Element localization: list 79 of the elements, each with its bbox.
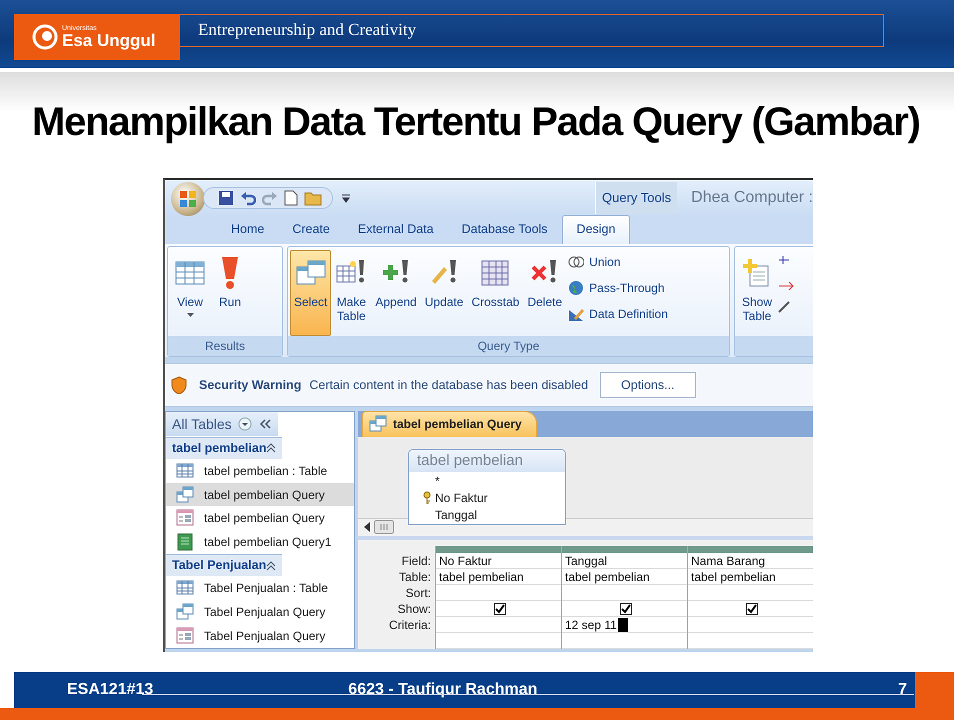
form-icon <box>176 626 194 645</box>
ribbon-tab[interactable]: External Data <box>344 216 448 244</box>
table-cell[interactable]: tabel pembelian <box>565 568 650 584</box>
navigation-item[interactable]: tabel pembelian Query <box>166 483 354 506</box>
ribbon-button[interactable]: Data Definition <box>566 302 670 326</box>
logo-icon <box>32 24 58 50</box>
table-icon <box>176 579 194 598</box>
table-icon <box>176 462 194 480</box>
field-name[interactable]: * <box>435 472 440 490</box>
shield-icon <box>171 376 187 394</box>
office-logo-icon[interactable] <box>178 189 198 209</box>
show-checkbox[interactable] <box>494 602 506 614</box>
collapse-icon[interactable] <box>266 560 276 571</box>
options-button[interactable]: Options... <box>600 372 696 398</box>
course-code: ESA121 <box>67 680 127 700</box>
query-icon <box>369 415 387 433</box>
union-icon <box>568 254 584 270</box>
folder-icon[interactable] <box>304 190 322 206</box>
ribbon-button[interactable]: Delete <box>523 250 566 336</box>
query-icon <box>176 603 194 621</box>
row-label: Show: <box>396 601 432 617</box>
undo-icon[interactable] <box>240 190 256 206</box>
warning-message: Certain content in the database has been disabled <box>309 376 588 394</box>
ribbon-button[interactable]: Make Table <box>331 250 372 336</box>
document-tab[interactable]: tabel pembelian Query <box>362 411 537 437</box>
collapse-icon[interactable] <box>258 418 272 430</box>
group-label: Query Type <box>288 336 729 356</box>
window-title: Dhea Computer : <box>690 188 813 208</box>
context-tab-label: Query Tools <box>595 182 678 214</box>
ribbon-tab[interactable]: Database Tools <box>448 216 562 244</box>
ribbon-button[interactable]: Update <box>420 250 468 336</box>
form-icon <box>176 509 194 528</box>
logo-text: Esa Unggul <box>62 32 156 49</box>
row-label: Field: <box>400 553 432 569</box>
row-label: Sort: <box>404 585 432 601</box>
warning-title: Security Warning <box>199 376 302 394</box>
show-checkbox[interactable] <box>746 602 758 614</box>
field-cell[interactable]: Nama Barang <box>691 552 766 568</box>
dropdown-icon[interactable] <box>238 417 252 431</box>
page-number: 7 <box>898 680 907 700</box>
header-title: Entrepreneurship and Creativity <box>198 19 416 41</box>
new-document-icon[interactable] <box>284 190 298 206</box>
ribbon-button[interactable]: View <box>170 250 210 336</box>
criteria-cell[interactable]: 12 sep 11 <box>565 616 617 632</box>
field-name[interactable]: Tanggal <box>435 506 478 524</box>
field-name[interactable]: No Faktur <box>435 488 488 506</box>
show-checkbox[interactable] <box>620 602 632 614</box>
slide-title: Menampilkan Data Tertentu Pada Query (Gambar) <box>32 99 920 146</box>
ribbon-tab[interactable]: Create <box>278 216 344 244</box>
scroll-left-icon[interactable] <box>364 522 370 532</box>
scroll-thumb[interactable] <box>374 520 394 534</box>
table-cell[interactable]: tabel pembelian <box>439 568 524 584</box>
author-name: 6623 - Taufiqur Rachman <box>348 680 538 700</box>
pencil-ruler-icon <box>568 306 584 322</box>
globe-icon <box>568 280 584 296</box>
field-cell[interactable]: Tanggal <box>565 552 608 568</box>
collapse-icon[interactable] <box>266 443 276 454</box>
ribbon-button[interactable]: Append <box>371 250 421 336</box>
ribbon-button[interactable]: Run <box>210 250 250 336</box>
field-list-title: tabel pembelian <box>409 450 565 472</box>
ribbon-button[interactable]: Select <box>290 250 332 336</box>
field-cell[interactable]: No Faktur <box>439 552 492 568</box>
row-label: Table: <box>398 569 432 585</box>
ribbon-tab[interactable]: Home <box>217 216 278 244</box>
session-number: #13 <box>126 680 154 700</box>
pane-title: All Tables <box>172 414 232 434</box>
ribbon-button[interactable]: Pass-Through <box>566 276 670 300</box>
footer-accent <box>915 672 954 708</box>
ribbon-button[interactable]: Crosstab <box>467 250 524 336</box>
row-label: Criteria: <box>388 617 432 633</box>
ribbon-button[interactable]: Union <box>566 250 670 274</box>
office-button[interactable] <box>171 182 205 216</box>
dropdown-icon[interactable] <box>341 193 351 203</box>
ribbon-tab[interactable]: Design <box>562 215 630 244</box>
save-icon[interactable] <box>218 190 234 206</box>
group-label: Results <box>168 336 282 356</box>
table-cell[interactable]: tabel pembelian <box>691 568 776 584</box>
report-icon <box>176 532 194 551</box>
query-icon <box>176 486 194 504</box>
